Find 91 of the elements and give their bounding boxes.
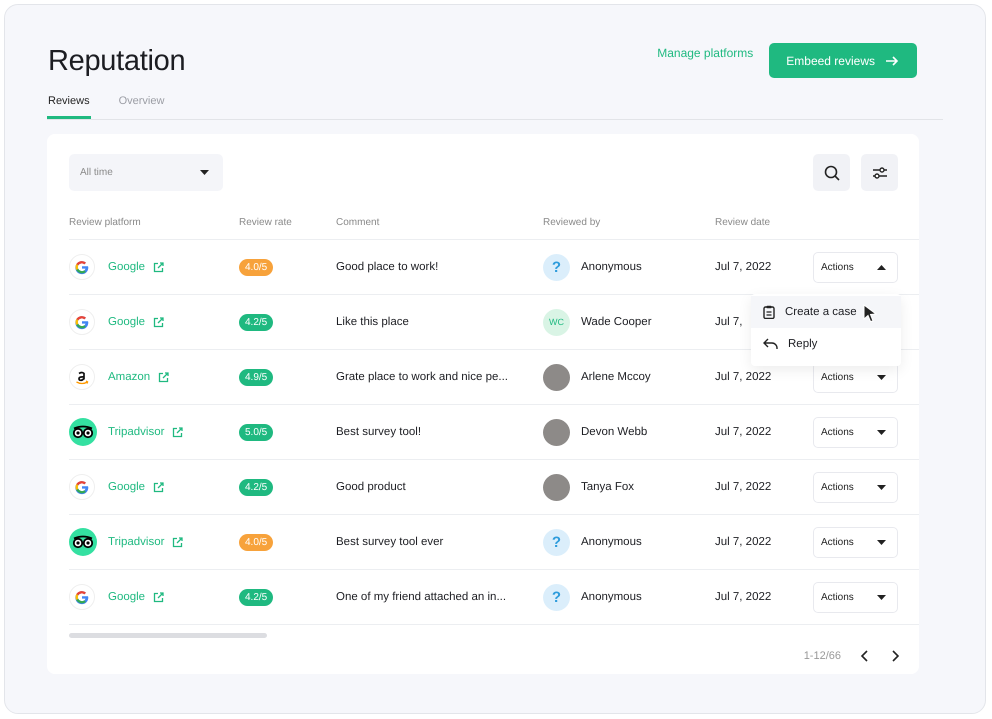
caret-icon bbox=[877, 484, 886, 490]
avatar-photo-placeholder bbox=[543, 364, 570, 390]
rating-badge: 4.2/5 bbox=[239, 478, 274, 496]
review-date: Jul 7, 2022 bbox=[715, 536, 772, 548]
comment-text: Good product bbox=[336, 481, 406, 493]
reviewer-name: Wade Cooper bbox=[581, 316, 652, 328]
reviewer-name: Anonymous bbox=[581, 591, 642, 603]
caret-icon bbox=[877, 264, 886, 270]
google-logo-icon bbox=[69, 474, 95, 500]
review-date: Jul 7, 2022 bbox=[715, 481, 772, 493]
avatar-photo-placeholder bbox=[543, 418, 570, 446]
reviewer-name: Devon Webb bbox=[581, 426, 648, 438]
rating-badge: 4.2/5 bbox=[239, 314, 274, 330]
google-logo-icon bbox=[69, 254, 95, 280]
reviewer-name: Arlene Mccoy bbox=[581, 371, 651, 383]
rating-badge: 4.9/5 bbox=[239, 368, 274, 386]
review-date: Jul 7, 2022 bbox=[715, 591, 772, 603]
external-link-icon[interactable] bbox=[153, 262, 164, 272]
page-title: Reputation bbox=[48, 45, 186, 78]
actions-dropdown[interactable]: Actions bbox=[813, 472, 898, 502]
column-header: Reviewed by bbox=[543, 217, 602, 230]
platform-link[interactable]: Google bbox=[108, 591, 146, 603]
comment-text: One of my friend attached an in... bbox=[336, 591, 506, 603]
external-link-icon[interactable] bbox=[172, 536, 184, 548]
anonymous-avatar: ? bbox=[543, 584, 570, 610]
platform-link[interactable]: Google bbox=[108, 481, 146, 493]
comment-text: Like this place bbox=[336, 316, 409, 328]
horizontal-scrollbar[interactable] bbox=[69, 633, 267, 638]
platform-link[interactable]: Amazon bbox=[108, 371, 150, 383]
actions-dropdown[interactable]: Actions bbox=[813, 416, 898, 448]
comment-text: Good place to work! bbox=[336, 261, 438, 273]
anonymous-avatar: ? bbox=[543, 528, 570, 556]
actions-dropdown[interactable]: Actions bbox=[813, 252, 898, 282]
reviewer-name: Anonymous bbox=[581, 261, 642, 273]
rating-badge: 4.0/5 bbox=[239, 534, 274, 550]
external-link-icon[interactable] bbox=[172, 426, 184, 438]
column-header: Review date bbox=[715, 217, 772, 230]
avatar-photo-placeholder bbox=[543, 474, 570, 500]
external-link-icon[interactable] bbox=[153, 482, 164, 492]
tab[interactable]: Overview bbox=[118, 89, 166, 119]
manage-platforms-link[interactable]: Manage platforms bbox=[657, 46, 754, 60]
caret-icon bbox=[877, 374, 886, 380]
reviewer-name: Anonymous bbox=[581, 536, 642, 548]
embed-reviews-button[interactable]: Embeed reviews bbox=[769, 43, 917, 78]
platform-link[interactable]: Google bbox=[108, 316, 146, 328]
actions-dropdown[interactable]: Actions bbox=[813, 582, 898, 612]
comment-text: Best survey tool ever bbox=[336, 536, 444, 548]
comment-text: Best survey tool! bbox=[336, 426, 422, 438]
review-date: Jul 7, bbox=[715, 316, 742, 328]
google-logo-icon bbox=[69, 584, 95, 610]
rating-badge: 4.0/5 bbox=[239, 258, 274, 276]
arrow-right-icon bbox=[885, 54, 899, 68]
caret-icon bbox=[877, 594, 886, 600]
column-header: Review platform bbox=[69, 217, 142, 230]
caret-icon bbox=[200, 170, 209, 175]
filter-settings-button[interactable] bbox=[861, 154, 898, 191]
column-header: Review rate bbox=[239, 217, 293, 230]
external-link-icon[interactable] bbox=[158, 372, 170, 382]
comment-text: Grate place to work and nice pe... bbox=[336, 371, 508, 383]
menu-item[interactable]: Create a case bbox=[751, 296, 901, 328]
external-link-icon[interactable] bbox=[153, 592, 164, 602]
search-button[interactable] bbox=[813, 154, 850, 191]
reply-icon bbox=[763, 338, 778, 350]
initials-avatar: WC bbox=[543, 308, 570, 336]
platform-link[interactable]: Tripadvisor bbox=[108, 426, 164, 438]
review-date: Jul 7, 2022 bbox=[715, 371, 772, 383]
owl-logo-icon bbox=[69, 418, 97, 446]
reviewer-name: Tanya Fox bbox=[581, 481, 634, 493]
time-filter-dropdown[interactable]: All time bbox=[69, 154, 223, 191]
platform-link[interactable]: Tripadvisor bbox=[108, 536, 164, 548]
review-date: Jul 7, 2022 bbox=[715, 261, 772, 273]
rating-badge: 4.2/5 bbox=[239, 588, 274, 606]
review-date: Jul 7, 2022 bbox=[715, 426, 772, 438]
search-icon bbox=[824, 164, 840, 180]
external-link-icon[interactable] bbox=[153, 316, 164, 328]
google-logo-icon bbox=[69, 309, 95, 335]
menu-item[interactable]: Reply bbox=[751, 328, 901, 360]
page-range: 1-12/66 bbox=[804, 650, 841, 662]
actions-dropdown[interactable]: Actions bbox=[813, 526, 898, 558]
amazon-logo-icon bbox=[69, 364, 95, 390]
anonymous-avatar: ? bbox=[543, 254, 570, 280]
sliders-icon bbox=[872, 166, 888, 178]
rating-badge: 5.0/5 bbox=[239, 424, 274, 440]
clipboard-icon bbox=[763, 304, 775, 318]
tab[interactable]: Reviews bbox=[47, 89, 91, 119]
column-header: Comment bbox=[336, 217, 380, 230]
caret-icon bbox=[877, 430, 886, 434]
owl-logo-icon bbox=[69, 528, 97, 556]
cursor-icon bbox=[863, 304, 877, 322]
caret-icon bbox=[877, 540, 886, 544]
platform-link[interactable]: Google bbox=[108, 261, 146, 273]
